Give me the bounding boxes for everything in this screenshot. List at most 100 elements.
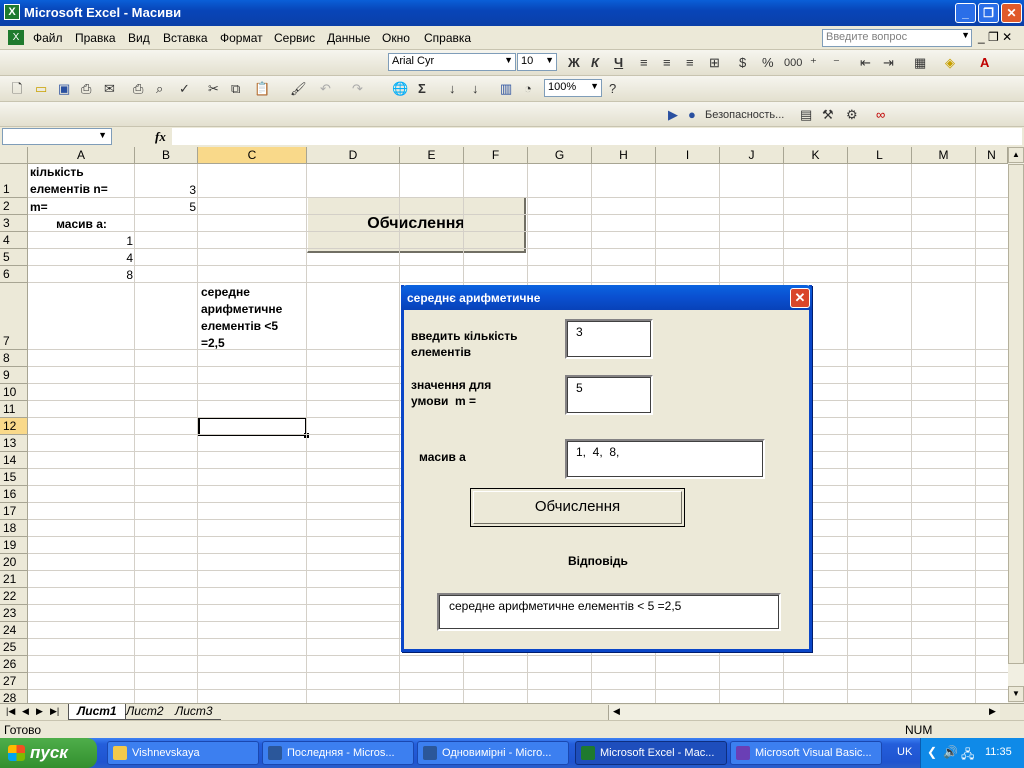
column-header-g[interactable]: G <box>528 147 592 164</box>
menu-insert[interactable]: Вставка <box>163 31 208 45</box>
align-left-icon[interactable]: ≡ <box>640 55 648 71</box>
row-header-2[interactable]: 2 <box>0 198 28 215</box>
taskbar-item[interactable]: Vishnevskaya <box>107 741 259 765</box>
sheet-calculate-button[interactable]: Обчислення <box>307 197 526 253</box>
last-sheet-icon[interactable]: ▶| <box>50 706 59 717</box>
column-header-m[interactable]: M <box>912 147 976 164</box>
font-combo[interactable]: Arial Cyr ▼ <box>388 53 516 71</box>
bold-button[interactable]: Ж <box>568 55 580 71</box>
hyperlink-icon[interactable]: 🌐 <box>392 81 408 97</box>
answer-output[interactable]: середне арифметичне елементів < 5 =2,5 <box>437 593 781 631</box>
column-header-l[interactable]: L <box>848 147 912 164</box>
currency-icon[interactable]: $ <box>739 55 746 71</box>
column-header-d[interactable]: D <box>307 147 400 164</box>
italic-button[interactable]: К <box>591 55 599 71</box>
align-center-icon[interactable]: ≡ <box>663 55 671 71</box>
email-icon[interactable]: ✉ <box>104 81 115 97</box>
merge-center-icon[interactable]: ⊞ <box>709 55 720 71</box>
column-header-b[interactable]: B <box>135 147 198 164</box>
decrease-indent-icon[interactable]: ⇤ <box>860 55 871 71</box>
chevron-down-icon[interactable]: ▼ <box>504 55 513 65</box>
record-macro-icon[interactable]: ● <box>688 107 696 123</box>
row-header-1[interactable]: 1 <box>0 164 28 198</box>
formula-input[interactable] <box>172 128 1022 145</box>
row-header-11[interactable]: 11 <box>0 401 28 418</box>
column-header-i[interactable]: I <box>656 147 720 164</box>
row-header-8[interactable]: 8 <box>0 350 28 367</box>
row-header-15[interactable]: 15 <box>0 469 28 486</box>
row-header-16[interactable]: 16 <box>0 486 28 503</box>
row-header-18[interactable]: 18 <box>0 520 28 537</box>
minimize-button[interactable]: _ <box>955 3 976 23</box>
print-preview-icon[interactable]: ⌕ <box>156 81 163 97</box>
menu-help[interactable]: Справка <box>424 31 471 45</box>
maximize-button[interactable]: ❐ <box>978 3 999 23</box>
spelling-icon[interactable]: ✓ <box>179 81 190 97</box>
next-sheet-icon[interactable]: ▶ <box>36 706 43 717</box>
print-icon[interactable]: ⎙ <box>133 81 143 97</box>
help-icon[interactable]: ? <box>609 81 616 97</box>
row-header-24[interactable]: 24 <box>0 622 28 639</box>
condition-input[interactable]: 5 <box>565 375 653 415</box>
insert-function-icon[interactable]: fx <box>155 129 166 145</box>
column-header-k[interactable]: K <box>784 147 848 164</box>
row-header-20[interactable]: 20 <box>0 554 28 571</box>
fill-color-icon[interactable]: ◈ <box>945 55 955 71</box>
taskbar-item[interactable]: Microsoft Excel - Мас... <box>575 741 727 765</box>
column-header-f[interactable]: F <box>464 147 528 164</box>
select-all-corner[interactable] <box>0 147 28 164</box>
scroll-left-icon[interactable]: ◀ <box>613 706 620 717</box>
scroll-up-icon[interactable]: ▲ <box>1008 147 1024 163</box>
row-header-23[interactable]: 23 <box>0 605 28 622</box>
dialog-title-bar[interactable]: середнє арифметичне ✕ <box>401 285 812 310</box>
excel-icon[interactable]: X <box>4 4 20 20</box>
increase-decimal-icon[interactable]: ⁺ <box>810 55 817 71</box>
percent-button[interactable]: % <box>762 55 774 71</box>
font-color-icon[interactable]: A <box>980 55 989 71</box>
script-editor-icon[interactable]: ∞ <box>876 107 885 123</box>
zoom-combo[interactable]: 100% ▼ <box>544 79 602 97</box>
vb-editor-icon[interactable]: ▤ <box>800 107 812 123</box>
column-header-c[interactable]: C <box>198 147 307 164</box>
sheet-tab-1[interactable]: Лист1 <box>68 704 126 720</box>
row-header-21[interactable]: 21 <box>0 571 28 588</box>
chart-wizard-icon[interactable]: ▥ <box>500 81 512 97</box>
align-right-icon[interactable]: ≡ <box>686 55 694 71</box>
permission-icon[interactable]: ⎙ <box>81 81 91 97</box>
paste-icon[interactable]: 📋 <box>254 81 270 97</box>
tray-arrow-icon[interactable]: ❮ <box>927 745 937 759</box>
menu-file[interactable]: Файл <box>33 31 63 45</box>
row-header-17[interactable]: 17 <box>0 503 28 520</box>
format-painter-icon[interactable]: 🖌 <box>290 81 307 97</box>
chevron-down-icon[interactable]: ▼ <box>590 81 599 91</box>
dialog-close-button[interactable]: ✕ <box>790 288 810 308</box>
autosum-button[interactable]: Σ <box>418 81 426 97</box>
row-header-28[interactable]: 28 <box>0 690 28 703</box>
scroll-right-icon[interactable]: ▶ <box>989 706 996 717</box>
sort-ascending-icon[interactable]: ↓ <box>449 81 456 97</box>
row-header-4[interactable]: 4 <box>0 232 28 249</box>
chevron-down-icon[interactable]: ▼ <box>961 30 970 40</box>
row-header-19[interactable]: 19 <box>0 537 28 554</box>
column-header-n[interactable]: N <box>976 147 1008 164</box>
row-header-5[interactable]: 5 <box>0 249 28 266</box>
undo-icon[interactable]: ↶ <box>320 81 331 97</box>
count-input[interactable]: 3 <box>565 319 653 359</box>
row-header-26[interactable]: 26 <box>0 656 28 673</box>
row-header-27[interactable]: 27 <box>0 673 28 690</box>
horizontal-scrollbar[interactable]: ◀ ▶ <box>608 705 1000 720</box>
taskbar-item[interactable]: Microsoft Visual Basic... <box>730 741 882 765</box>
increase-indent-icon[interactable]: ⇥ <box>883 55 894 71</box>
network-icon[interactable]: 🖧 <box>961 745 974 766</box>
tools-icon[interactable]: ⚒ <box>822 107 834 123</box>
menu-window[interactable]: Окно <box>382 31 410 45</box>
row-header-25[interactable]: 25 <box>0 639 28 656</box>
document-icon[interactable]: X <box>8 30 24 45</box>
taskbar-item[interactable]: Последняя - Micros... <box>262 741 414 765</box>
document-window-buttons[interactable]: _ ❐ ✕ <box>978 30 1012 44</box>
redo-icon[interactable]: ↷ <box>352 81 363 97</box>
prev-sheet-icon[interactable]: ◀ <box>22 706 29 717</box>
row-header-3[interactable]: 3 <box>0 215 28 232</box>
decrease-decimal-icon[interactable]: ⁻ <box>833 55 840 71</box>
row-header-7[interactable]: 7 <box>0 283 28 350</box>
